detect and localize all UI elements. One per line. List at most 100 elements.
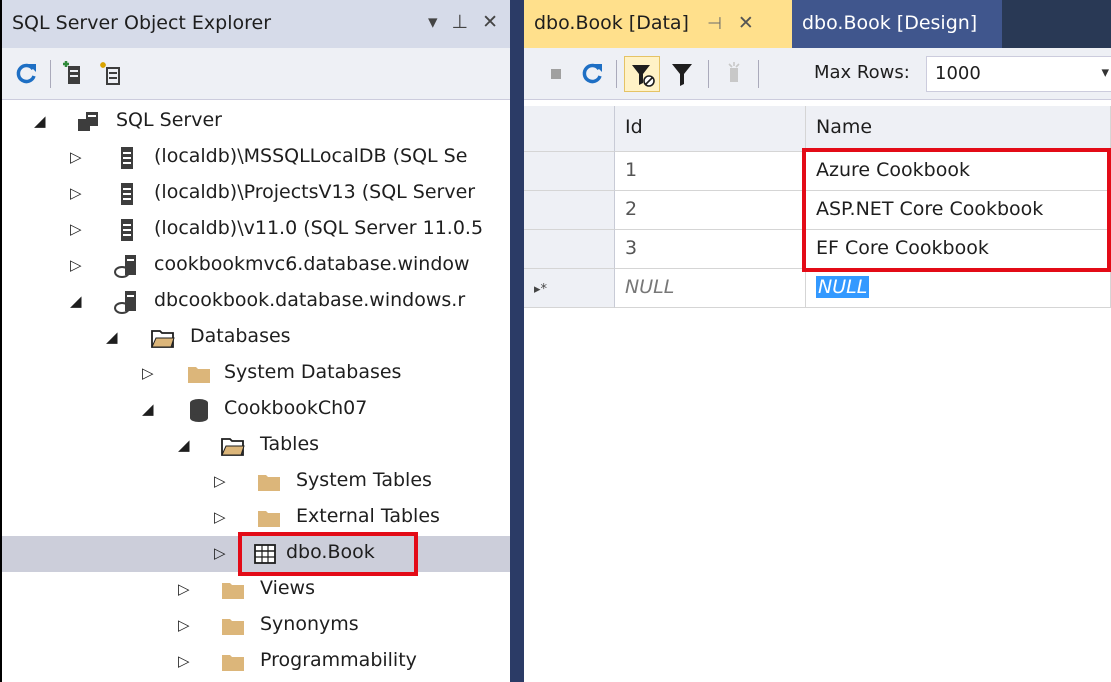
tree-item-label: dbcookbook.database.windows.r	[154, 289, 466, 311]
data-toolbar: Max Rows: 1000 ▾	[524, 48, 1111, 100]
folder-icon	[222, 655, 244, 671]
tree-item-dbcookbook[interactable]: ◢ dbcookbook.database.windows.r	[2, 284, 510, 320]
database-icon	[190, 399, 208, 422]
document-tabs: dbo.Book [Data] ⊣ ✕ dbo.Book [Design]	[524, 0, 1111, 48]
grid-header-row: Id Name	[524, 106, 1111, 152]
refresh-icon[interactable]	[578, 60, 606, 88]
filter-icon[interactable]	[668, 60, 696, 88]
object-explorer-panel: SQL Server Object Explorer ▾ ⊥ ✕ ◢ SQL S…	[0, 0, 510, 682]
panel-title-buttons: ▾ ⊥ ✕	[428, 10, 498, 34]
null-value: NULL	[625, 276, 675, 298]
highlight-box	[238, 532, 418, 576]
expand-arrow-icon[interactable]: ▷	[70, 148, 82, 166]
expand-arrow-icon[interactable]: ▷	[178, 616, 190, 634]
folder-icon	[188, 367, 210, 383]
collapse-arrow-icon[interactable]: ◢	[178, 436, 190, 454]
null-value-selected: NULL	[816, 276, 870, 298]
tree-item-label: Synonyms	[260, 613, 359, 635]
close-tab-icon[interactable]: ✕	[738, 12, 754, 34]
tree-item-label: Tables	[260, 433, 320, 455]
new-row-marker-icon: ▸*	[534, 282, 548, 297]
tree-item-dbo-book[interactable]: ▷ dbo.Book	[2, 532, 510, 576]
server-icon	[121, 147, 133, 169]
cell-id[interactable]: 3	[615, 230, 806, 269]
panel-title: SQL Server Object Explorer	[12, 12, 272, 34]
cell-name[interactable]: NULL	[806, 269, 1111, 308]
tree-item-programmability[interactable]: ▷ Programmability	[2, 644, 510, 680]
script-icon[interactable]	[720, 60, 748, 88]
tree-item-sql-server[interactable]: ◢ SQL Server	[2, 104, 510, 140]
row-header[interactable]	[524, 230, 615, 269]
expand-arrow-icon[interactable]: ▷	[178, 580, 190, 598]
stop-icon[interactable]	[542, 60, 570, 88]
pin-tab-icon[interactable]: ⊣	[707, 14, 722, 34]
window-position-dropdown-icon[interactable]: ▾	[428, 10, 438, 34]
row-header[interactable]	[524, 152, 615, 191]
new-row[interactable]: ▸* NULL NULL	[524, 269, 1111, 308]
folder-open-icon	[221, 438, 245, 456]
explorer-toolbar	[2, 48, 510, 100]
tree-item-cookbookch07[interactable]: ◢ CookbookCh07	[2, 392, 510, 428]
expand-arrow-icon[interactable]: ▷	[70, 184, 82, 202]
tree-item-projectsv13[interactable]: ▷ (localdb)\ProjectsV13 (SQL Server	[2, 176, 510, 212]
tree-item-system-tables[interactable]: ▷ System Tables	[2, 464, 510, 500]
pin-icon[interactable]: ⊥	[452, 10, 469, 34]
tree-item-tables[interactable]: ◢ Tables	[2, 428, 510, 464]
tree-item-label: Databases	[190, 325, 291, 347]
cell-id[interactable]: NULL	[615, 269, 806, 308]
folder-open-icon	[151, 330, 175, 348]
data-editor: dbo.Book [Data] ⊣ ✕ dbo.Book [Design] Ma…	[524, 0, 1111, 682]
filter-active-button[interactable]	[624, 56, 660, 92]
grid-corner[interactable]	[524, 106, 615, 152]
add-sql-server-icon[interactable]	[60, 60, 88, 88]
max-rows-dropdown[interactable]: 1000 ▾	[926, 56, 1111, 92]
collapse-arrow-icon[interactable]: ◢	[70, 292, 82, 310]
expand-arrow-icon[interactable]: ▷	[70, 220, 82, 238]
panel-splitter[interactable]	[510, 0, 524, 682]
azure-server-icon	[114, 255, 136, 278]
tree-item-views[interactable]: ▷ Views	[2, 572, 510, 608]
toolbar-separator	[616, 60, 617, 88]
tree-item-databases[interactable]: ◢ Databases	[2, 320, 510, 356]
expand-arrow-icon[interactable]: ▷	[70, 256, 82, 274]
tree-item-label: System Databases	[224, 361, 402, 383]
column-header-id[interactable]: Id	[615, 106, 806, 152]
panel-title-bar: SQL Server Object Explorer ▾ ⊥ ✕	[2, 0, 510, 48]
tree-item-cookbookmvc6[interactable]: ▷ cookbookmvc6.database.window	[2, 248, 510, 284]
tree-item-label: External Tables	[296, 505, 440, 527]
row-header[interactable]	[524, 191, 615, 230]
server-group-icon	[78, 112, 98, 131]
cell-id[interactable]: 2	[615, 191, 806, 230]
tree-item-v11[interactable]: ▷ (localdb)\v11.0 (SQL Server 11.0.5	[2, 212, 510, 248]
tree-item-label: cookbookmvc6.database.window	[154, 253, 470, 275]
collapse-arrow-icon[interactable]: ◢	[142, 400, 154, 418]
toolbar-separator	[708, 60, 709, 88]
tree-item-external-tables[interactable]: ▷ External Tables	[2, 500, 510, 536]
collapse-arrow-icon[interactable]: ◢	[106, 328, 118, 346]
tab-book-data[interactable]: dbo.Book [Data] ⊣ ✕	[524, 0, 792, 48]
expand-arrow-icon[interactable]: ▷	[142, 364, 154, 382]
folder-icon	[222, 619, 244, 635]
chevron-down-icon[interactable]: ▾	[1101, 63, 1109, 81]
column-header-name[interactable]: Name	[806, 106, 1111, 152]
azure-server-icon	[114, 291, 136, 314]
tree-item-label: Programmability	[260, 649, 417, 671]
folder-icon	[258, 511, 280, 527]
refresh-icon[interactable]	[12, 60, 40, 88]
collapse-arrow-icon[interactable]: ◢	[34, 112, 46, 130]
expand-arrow-icon[interactable]: ▷	[178, 652, 190, 670]
cell-id[interactable]: 1	[615, 152, 806, 191]
tab-book-design[interactable]: dbo.Book [Design]	[792, 0, 1002, 48]
row-header[interactable]: ▸*	[524, 269, 615, 308]
toolbar-separator	[50, 60, 51, 88]
tree-item-synonyms[interactable]: ▷ Synonyms	[2, 608, 510, 644]
tree-item-system-databases[interactable]: ▷ System Databases	[2, 356, 510, 392]
add-connection-icon[interactable]	[98, 60, 126, 88]
close-icon[interactable]: ✕	[482, 10, 498, 34]
expand-arrow-icon[interactable]: ▷	[214, 508, 226, 526]
expand-arrow-icon[interactable]: ▷	[214, 544, 226, 562]
max-rows-label: Max Rows:	[814, 62, 910, 83]
expand-arrow-icon[interactable]: ▷	[214, 472, 226, 490]
tree-item-mssqllocaldb[interactable]: ▷ (localdb)\MSSQLLocalDB (SQL Se	[2, 140, 510, 176]
tree-item-label: (localdb)\v11.0 (SQL Server 11.0.5	[154, 217, 484, 239]
